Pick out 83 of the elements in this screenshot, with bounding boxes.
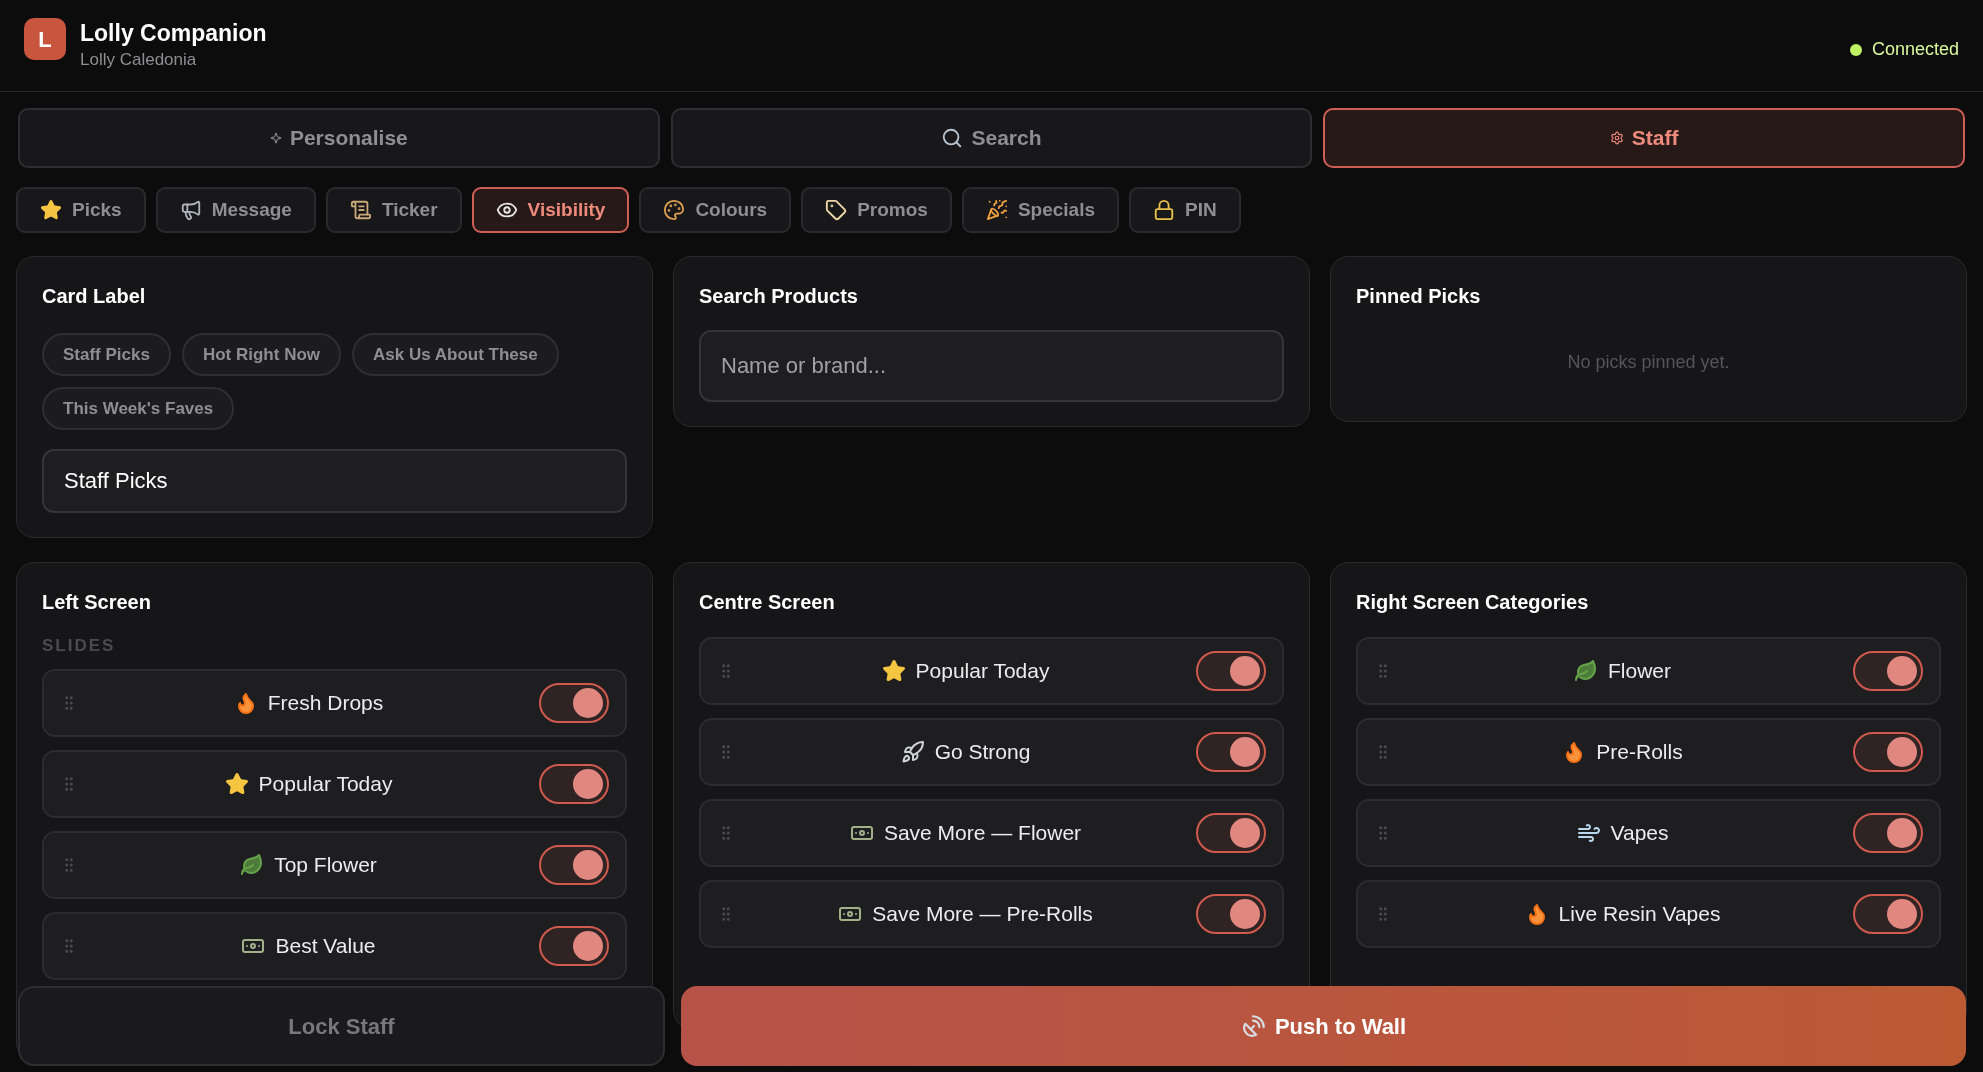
screen-row[interactable]: Popular Today <box>42 749 627 818</box>
mode-tab[interactable]: Search <box>670 108 1313 168</box>
star-icon <box>881 659 906 683</box>
sub-tab[interactable]: Message <box>155 187 316 233</box>
settings-icon <box>1609 131 1624 145</box>
mode-tab[interactable]: Staff <box>1323 108 1965 168</box>
sub-tab[interactable]: Visibility <box>471 187 630 233</box>
toggle-switch[interactable] <box>539 763 609 804</box>
card-title: Left Screen <box>42 590 152 615</box>
scroll-icon <box>349 199 372 221</box>
palette-icon <box>663 199 686 221</box>
screen-row[interactable]: Flower <box>1356 637 1941 705</box>
toggle-switch[interactable] <box>1853 813 1923 853</box>
card-title: Card Label <box>42 284 147 309</box>
search-icon <box>941 127 964 149</box>
screen-row[interactable]: Vapes <box>1356 799 1941 867</box>
leaf-icon <box>1574 659 1598 683</box>
toggle-switch[interactable] <box>1196 894 1266 934</box>
rocket-icon <box>900 740 925 764</box>
label-input-field[interactable]: Staff Picks <box>42 449 627 513</box>
party-popper-icon <box>985 199 1008 221</box>
screen-row[interactable]: Fresh Drops <box>42 668 627 737</box>
leaf-icon <box>240 852 265 877</box>
row-label: Popular Today <box>258 770 393 797</box>
push-to-wall-button[interactable]: Push to Wall <box>681 986 1966 1066</box>
toggle-switch[interactable] <box>539 682 609 723</box>
screen-row[interactable]: Live Resin Vapes <box>1356 880 1941 948</box>
screen-row[interactable]: Best Value <box>42 911 627 980</box>
search-input-field[interactable]: Name or brand... <box>699 330 1284 402</box>
screen-row[interactable]: Popular Today <box>699 637 1284 705</box>
preset-chip[interactable]: This Week's Faves <box>42 387 235 430</box>
preset-chip[interactable]: Ask Us About These <box>352 333 559 376</box>
sub-tab[interactable]: Picks <box>16 187 146 233</box>
row-label: Save More — Flower <box>883 820 1082 847</box>
row-label: Best Value <box>275 932 376 959</box>
screen-row[interactable]: Save More — Pre-Rolls <box>699 880 1284 948</box>
toggle-switch[interactable] <box>539 844 609 885</box>
row-label: Popular Today <box>915 658 1050 685</box>
satellite-dish-icon <box>1240 1013 1267 1039</box>
toggle-switch[interactable] <box>1196 813 1266 853</box>
status-label: Connected <box>1871 38 1959 61</box>
mode-tab[interactable]: Personalise <box>18 108 660 168</box>
toggle-switch[interactable] <box>1853 894 1923 934</box>
sub-tab[interactable]: Ticker <box>325 187 462 233</box>
megaphone-icon <box>179 199 202 221</box>
tag-icon <box>825 199 848 221</box>
card-title: Search Products <box>699 284 859 309</box>
row-label: Pre-Rolls <box>1596 739 1683 766</box>
sparkle-icon <box>269 132 282 144</box>
card-title: Pinned Picks <box>1356 284 1482 309</box>
row-label: Fresh Drops <box>267 689 384 716</box>
sub-tab[interactable]: Colours <box>639 187 792 233</box>
screen-row[interactable]: Top Flower <box>42 830 627 899</box>
screen-row[interactable]: Go Strong <box>699 718 1284 786</box>
star-icon <box>40 199 62 221</box>
card-title: Right Screen Categories <box>1356 590 1590 615</box>
app-title: Lolly Companion <box>80 19 267 48</box>
toggle-switch[interactable] <box>539 925 609 966</box>
screen-row[interactable]: Pre-Rolls <box>1356 718 1941 786</box>
wind-icon <box>1576 821 1601 845</box>
toggle-switch[interactable] <box>1196 732 1266 772</box>
toggle-switch[interactable] <box>1196 651 1266 691</box>
star-icon <box>224 771 249 796</box>
row-label: Top Flower <box>274 851 377 878</box>
app-logo: L <box>24 18 66 60</box>
preset-chip[interactable]: Staff Picks <box>42 333 171 376</box>
empty-message: No picks pinned yet. <box>1566 351 1731 374</box>
row-label: Vapes <box>1610 820 1669 847</box>
row-label: Live Resin Vapes <box>1558 901 1721 928</box>
preset-chip[interactable]: Hot Right Now <box>181 333 342 376</box>
app-subtitle: Lolly Caledonia <box>80 49 198 71</box>
lock-icon <box>1153 199 1175 221</box>
toggle-switch[interactable] <box>1853 651 1923 691</box>
card-title: Centre Screen <box>699 590 836 615</box>
sub-tab[interactable]: PIN <box>1129 187 1241 233</box>
toggle-switch[interactable] <box>1853 732 1923 772</box>
row-label: Go Strong <box>934 739 1031 766</box>
row-label: Save More — Pre-Rolls <box>872 901 1093 928</box>
row-label: Flower <box>1608 658 1671 685</box>
lock-staff-button[interactable]: Lock Staff <box>18 986 665 1066</box>
sub-tab[interactable]: Specials <box>961 187 1119 233</box>
screen-row[interactable]: Save More — Flower <box>699 799 1284 867</box>
sub-tab[interactable]: Promos <box>801 187 952 233</box>
